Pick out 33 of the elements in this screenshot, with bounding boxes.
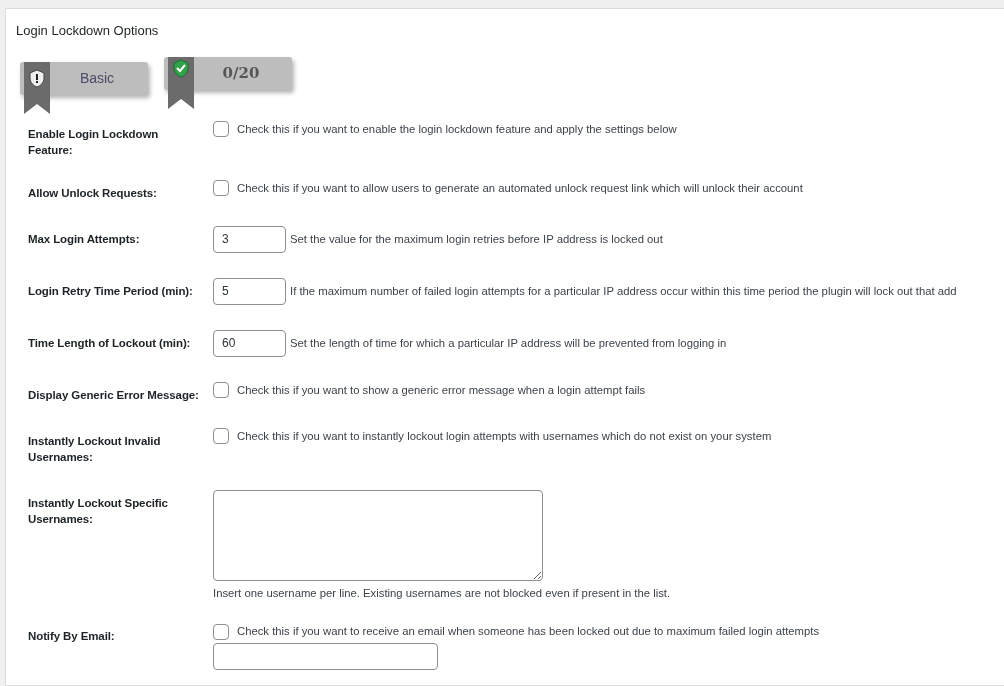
setting-label: Time Length of Lockout (min): xyxy=(27,335,192,351)
section-title: Login Lockdown Options xyxy=(16,22,160,40)
badge-label: Basic xyxy=(79,68,115,88)
setting-label: Instantly Lockout Specific Usernames: xyxy=(27,495,169,527)
setting-description: Check this if you want to instantly lockout login attempts with usernames which do not exist on your system xyxy=(237,428,772,444)
help-text: Insert one username per line. Existing usernames are not blocked even if present in the list. xyxy=(213,585,671,601)
setting-label: Instantly Lockout Invalid Usernames: xyxy=(27,433,162,465)
setting-label: Enable Login Lockdown Feature: xyxy=(27,126,160,158)
email-field[interactable] xyxy=(213,643,438,671)
setting-label: Notify By Email: xyxy=(27,629,116,645)
checkbox[interactable] xyxy=(213,427,229,444)
setting-description: Set the length of time for which a particular IP address will be prevented from logging in xyxy=(290,335,727,351)
number-field[interactable]: 60 xyxy=(213,329,286,357)
checkbox[interactable] xyxy=(213,120,229,137)
badge-label: 0/20 xyxy=(222,62,260,84)
setting-label: Display Generic Error Message: xyxy=(27,387,200,403)
setting-description: Check this if you want to receive an email when someone has been locked out due to maximum failed login attempts xyxy=(237,624,820,640)
checkbox[interactable] xyxy=(213,179,229,196)
setting-description: Check this if you want to show a generic error message when a login attempt fails xyxy=(237,382,646,398)
setting-label: Login Retry Time Period (min): xyxy=(27,283,194,299)
setting-description: Check this if you want to allow users to generate an automated unlock request link which will unlock their account xyxy=(237,180,803,196)
setting-description: Set the value for the maximum login retries before IP address is locked out xyxy=(290,231,663,247)
setting-description: If the maximum number of failed login attempts for a particular IP address occur within this time period the plugin will lock out that add xyxy=(290,283,957,299)
setting-label: Allow Unlock Requests: xyxy=(27,185,158,201)
checkbox[interactable] xyxy=(213,623,229,640)
usernames-field[interactable] xyxy=(213,489,543,581)
ribbon-shield-icon xyxy=(24,61,50,114)
setting-description: Check this if you want to enable the login lockdown feature and apply the settings below xyxy=(237,121,677,137)
ribbon-shield-icon xyxy=(168,56,194,109)
number-field[interactable]: 3 xyxy=(213,225,286,253)
number-field[interactable]: 5 xyxy=(213,277,286,305)
setting-label: Max Login Attempts: xyxy=(27,231,141,247)
checkbox[interactable] xyxy=(213,381,229,398)
